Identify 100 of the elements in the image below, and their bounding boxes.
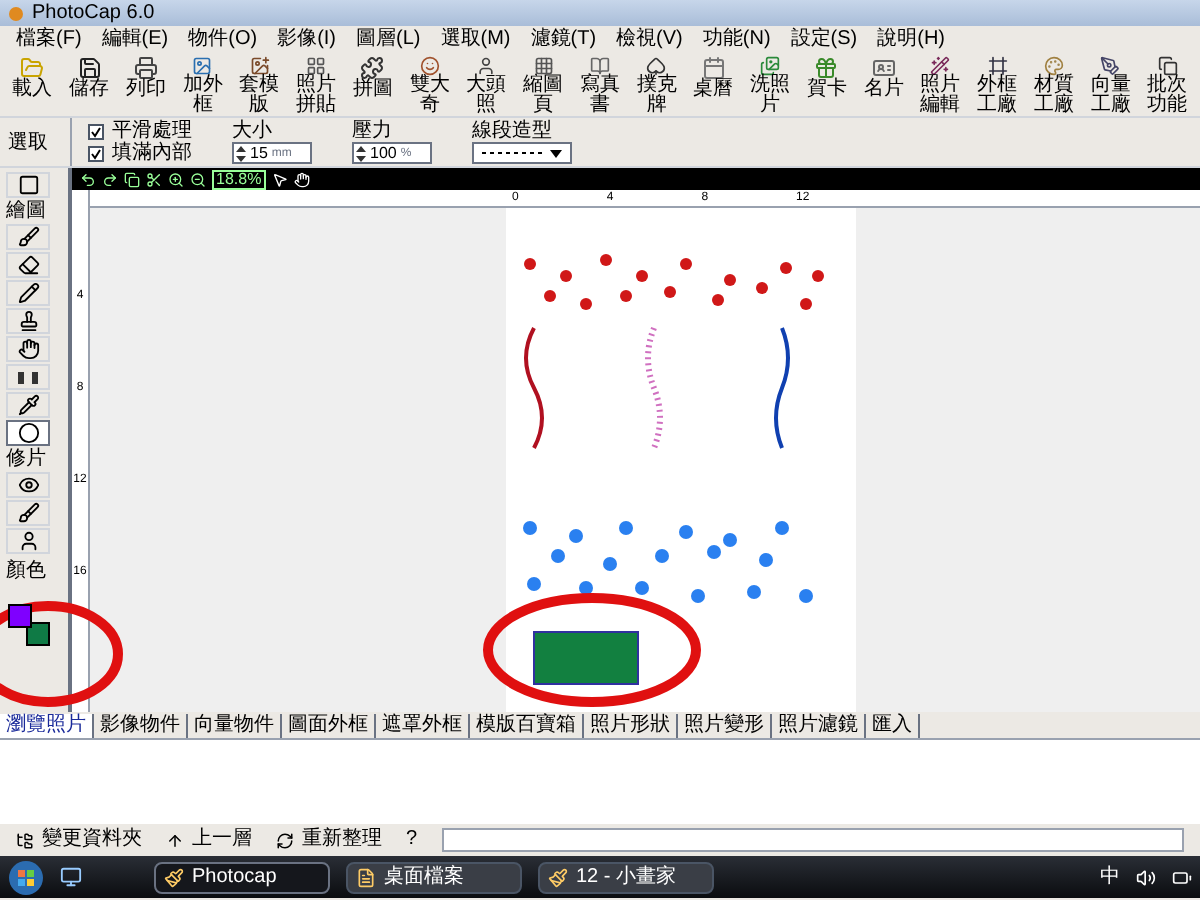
battery-icon[interactable] bbox=[1172, 867, 1192, 887]
person-icon bbox=[474, 56, 499, 76]
face-icon bbox=[417, 56, 442, 76]
taskbar-button[interactable]: 12 - 小畫家 bbox=[538, 861, 714, 893]
show-desktop-icon[interactable] bbox=[60, 866, 82, 888]
picture-icon bbox=[247, 56, 272, 76]
toolbar-button[interactable]: 名片 bbox=[855, 54, 912, 116]
toolbar-button[interactable]: 向量工廠 bbox=[1082, 54, 1139, 116]
rectangle-icon bbox=[17, 174, 39, 196]
dashed-line-icon bbox=[482, 150, 542, 156]
toolbar-button[interactable]: 拼圖 bbox=[344, 54, 402, 116]
menu-item[interactable]: 設定(S) bbox=[790, 30, 858, 50]
brush-icon bbox=[17, 226, 39, 248]
copy-icon[interactable] bbox=[124, 171, 140, 187]
toolbar-button[interactable]: 外框工廠 bbox=[968, 54, 1026, 116]
hand-icon[interactable] bbox=[293, 171, 310, 187]
bottom-toolbar-button[interactable]: 變更資料夾 bbox=[16, 830, 142, 850]
hand-icon bbox=[17, 338, 39, 360]
menu-item[interactable]: 濾鏡(T) bbox=[530, 30, 597, 50]
brush-icon bbox=[17, 502, 39, 524]
tab[interactable]: 遮罩外框 bbox=[376, 714, 470, 738]
menu-item[interactable]: 功能(N) bbox=[702, 30, 771, 50]
toolbar-button[interactable]: 桌曆 bbox=[685, 54, 742, 116]
field-label: 線段造型 bbox=[472, 120, 554, 142]
taskbar-button[interactable]: 桌面檔案 bbox=[346, 861, 522, 893]
folder-icon bbox=[20, 56, 45, 80]
refresh-icon bbox=[276, 831, 294, 849]
calendar-icon bbox=[701, 56, 726, 80]
toolbar-button[interactable]: 載入 bbox=[4, 54, 61, 116]
book-icon bbox=[587, 56, 612, 76]
dropper-icon bbox=[17, 394, 39, 416]
eraser-icon bbox=[17, 254, 39, 276]
checkbox-label: 平滑處理 bbox=[112, 121, 192, 141]
cut-icon[interactable] bbox=[146, 171, 162, 187]
toolbar-button[interactable]: 撲克牌 bbox=[628, 54, 685, 116]
ellipse-icon bbox=[17, 422, 39, 444]
zoom-out-icon[interactable] bbox=[190, 171, 206, 187]
bottom-toolbar-button[interactable]: 上一層 bbox=[166, 830, 252, 850]
start-button[interactable] bbox=[8, 859, 44, 895]
grid-icon bbox=[531, 56, 556, 76]
menu-item[interactable]: 編輯(E) bbox=[101, 30, 169, 50]
app-icon bbox=[548, 867, 568, 887]
toolbar-button[interactable]: 列印 bbox=[117, 54, 175, 116]
cards-icon bbox=[644, 56, 669, 76]
toolbar-button[interactable]: 套模版 bbox=[231, 54, 288, 116]
spinner-icon[interactable] bbox=[236, 145, 246, 161]
eye-icon bbox=[17, 474, 39, 496]
checkbox[interactable] bbox=[88, 145, 104, 161]
wavy-line bbox=[524, 327, 544, 449]
ime-indicator[interactable]: 中 bbox=[1100, 862, 1120, 892]
zoom-in-icon[interactable] bbox=[168, 171, 184, 187]
menu-item[interactable]: 檢視(V) bbox=[616, 30, 683, 50]
line-style-dropdown[interactable] bbox=[472, 142, 572, 164]
up-arrow-icon bbox=[166, 831, 184, 849]
menu-item[interactable]: 影像(I) bbox=[277, 30, 337, 50]
toolbar-button[interactable]: 照片編輯 bbox=[912, 54, 969, 116]
foreground-color-swatch[interactable] bbox=[8, 604, 32, 628]
spinner-icon[interactable] bbox=[356, 145, 366, 161]
bottom-toolbar-button[interactable]: 重新整理 bbox=[276, 830, 382, 850]
menu-item[interactable]: 檔案(F) bbox=[16, 30, 82, 50]
undo-icon[interactable] bbox=[80, 171, 96, 187]
speaker-icon[interactable] bbox=[1136, 867, 1156, 887]
toolbar-button[interactable]: 縮圖頁 bbox=[514, 54, 572, 116]
tab[interactable]: 瀏覽照片 bbox=[0, 714, 94, 738]
menu-item[interactable]: 物件(O) bbox=[188, 30, 258, 50]
field-label: 大小 bbox=[232, 120, 274, 142]
wavy-line bbox=[774, 327, 790, 449]
toolbar-button[interactable]: 寫真書 bbox=[571, 54, 629, 116]
toolbar-button[interactable]: 批次功能 bbox=[1139, 54, 1196, 116]
toolbar-button[interactable]: 雙大奇 bbox=[401, 54, 458, 116]
taskbar-button[interactable]: Photocap bbox=[154, 861, 330, 893]
menu-item[interactable]: 選取(M) bbox=[440, 30, 511, 50]
section-label: 繪圖 bbox=[6, 200, 48, 222]
redo-icon[interactable] bbox=[102, 171, 118, 187]
background-color-swatch[interactable] bbox=[26, 622, 50, 646]
printer-icon bbox=[133, 56, 158, 80]
copy-icon bbox=[1155, 56, 1180, 76]
menu-item[interactable]: 圖層(L) bbox=[356, 30, 421, 50]
menu-item[interactable]: 說明(H) bbox=[877, 30, 946, 50]
pointer-icon[interactable] bbox=[271, 171, 288, 187]
toolbar-button[interactable]: 材質工廠 bbox=[1025, 54, 1083, 116]
app-icon bbox=[164, 867, 184, 887]
toolbar-button[interactable]: 賀卡 bbox=[798, 54, 856, 116]
section-label: 選取 bbox=[8, 129, 48, 157]
toolbar-button[interactable]: 洗照片 bbox=[741, 54, 799, 116]
toolbar-button[interactable]: 照片拼貼 bbox=[287, 54, 345, 116]
puzzle-icon bbox=[360, 56, 385, 80]
bars-icon bbox=[18, 371, 38, 383]
dropdown-arrow-icon bbox=[550, 149, 562, 157]
stamp-icon bbox=[17, 310, 39, 332]
tab[interactable]: 影像物件 bbox=[94, 714, 188, 738]
landscape-icon bbox=[190, 56, 215, 76]
tool-button[interactable] bbox=[6, 420, 50, 446]
toolbar-button[interactable]: 大頭照 bbox=[458, 54, 515, 116]
bottom-toolbar-button[interactable]: ? bbox=[406, 830, 418, 850]
checkbox[interactable] bbox=[88, 123, 104, 139]
toolbar-button[interactable]: 加外框 bbox=[174, 54, 231, 116]
gift-icon bbox=[814, 56, 839, 80]
tab[interactable]: 模版百寶箱 bbox=[470, 714, 584, 738]
toolbar-button[interactable]: 儲存 bbox=[60, 54, 118, 116]
